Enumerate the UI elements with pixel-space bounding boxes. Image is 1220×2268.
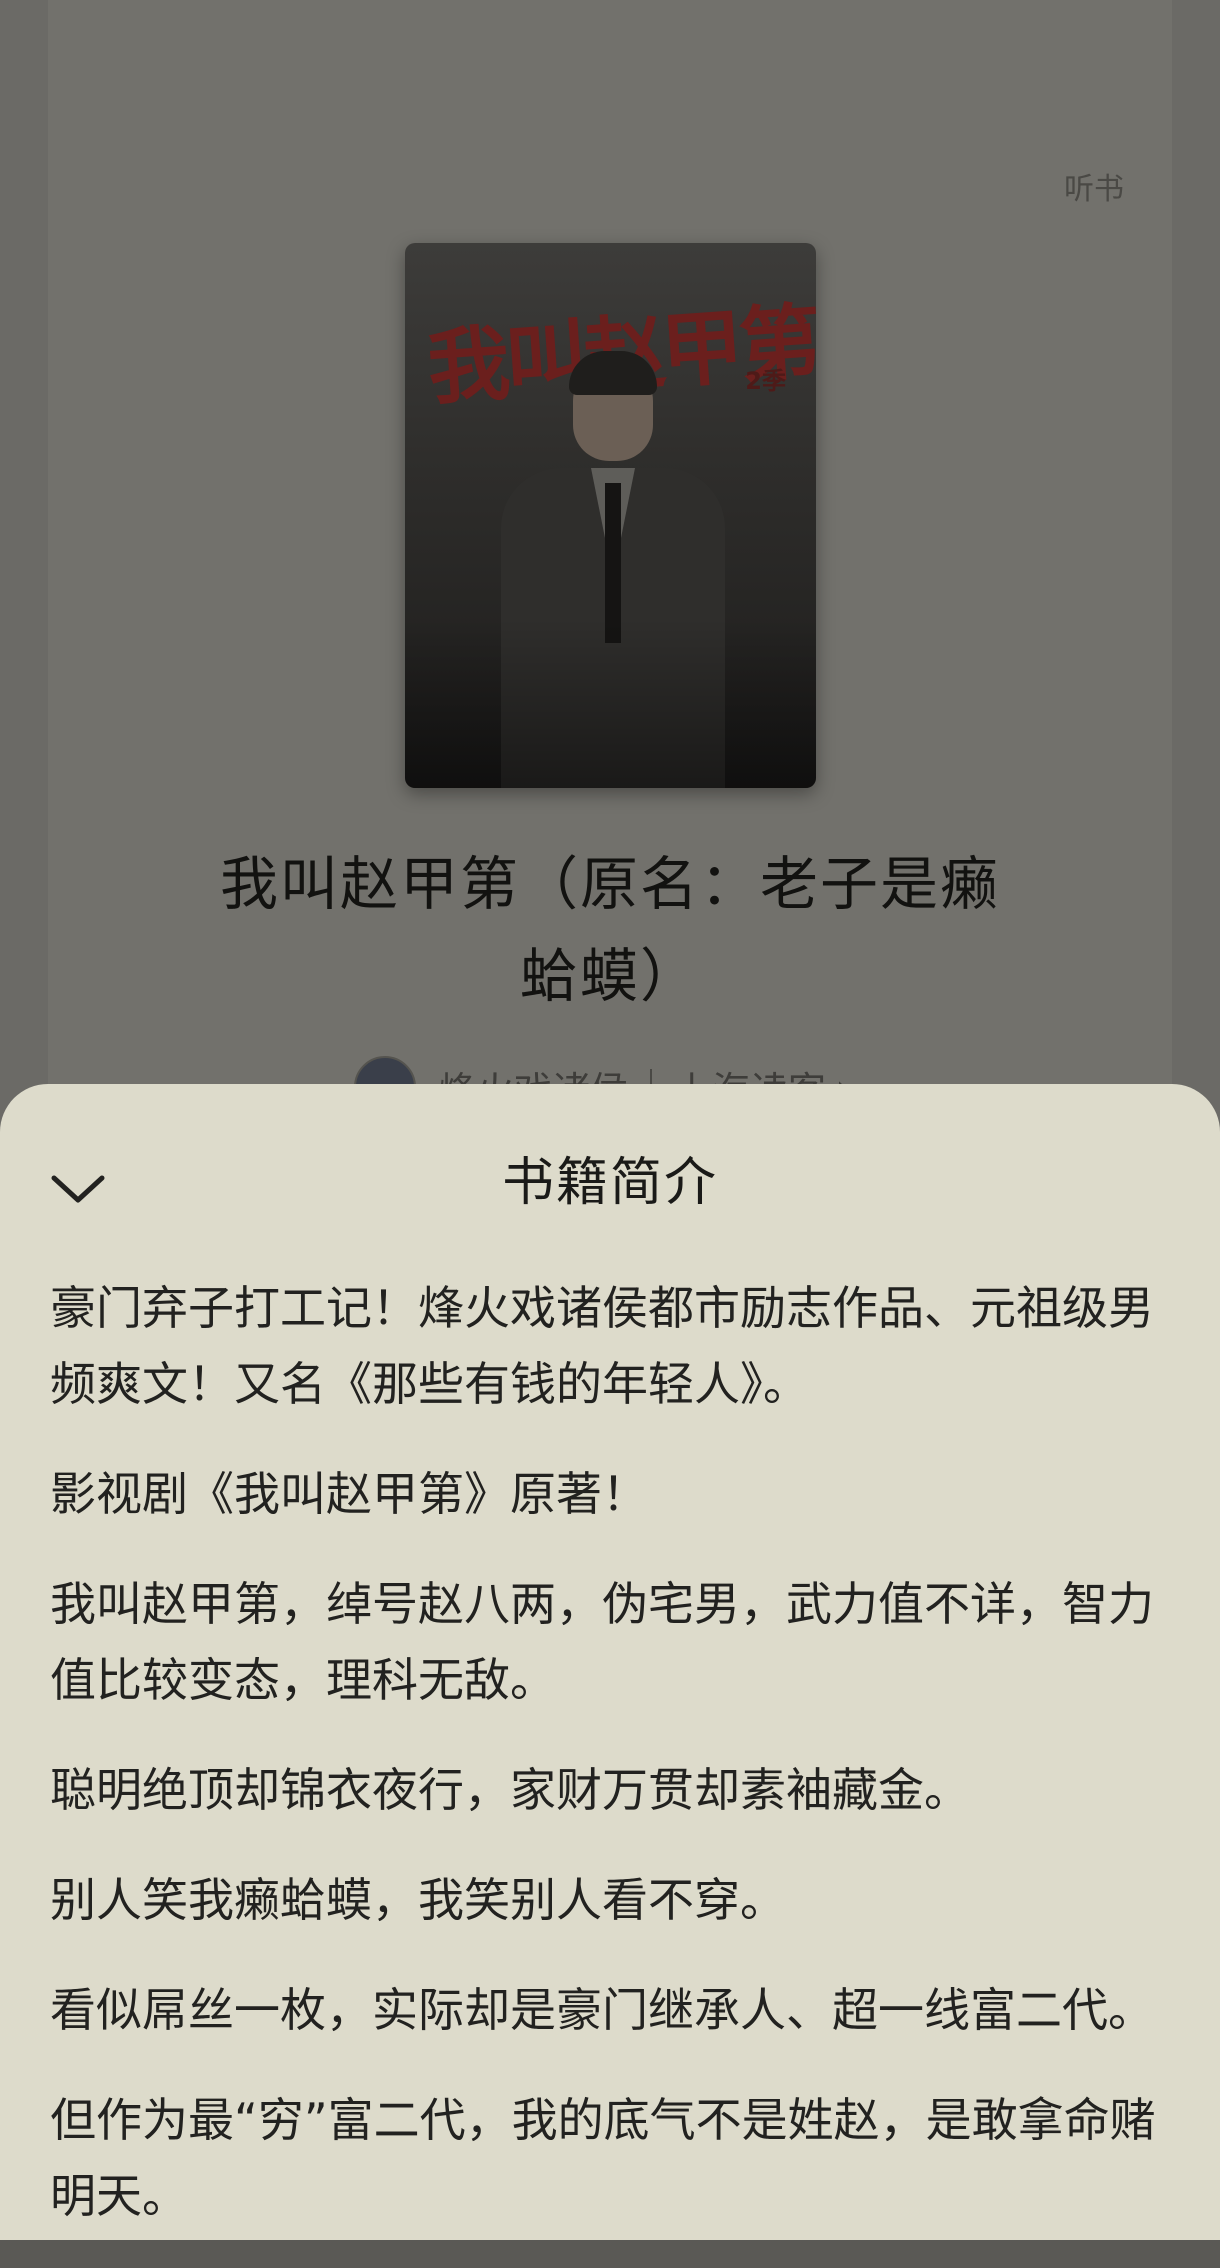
intro-paragraph: 聪明绝顶却锦衣夜行，家财万贯却素袖藏金。 <box>50 1763 970 1817</box>
book-title-line-1: 我叫赵甲第（原名：老子是癞 <box>219 850 1000 918</box>
intro-paragraph: 我叫赵甲第，绰号赵八两，伪宅男，武力值不详，智力值比较变态，理科无敌。 <box>50 1577 1154 1707</box>
intro-paragraph: 但作为最“穷”富二代，我的底气不是姓赵，是敢拿命赌明天。 <box>50 2093 1156 2223</box>
intro-paragraph: 影视剧《我叫赵甲第》原著！ <box>50 1467 648 1521</box>
cover-series-label: 2季 <box>745 367 786 395</box>
book-intro-text: 豪门弃子打工记！烽火戏诸侯都市励志作品、元祖级男频爽文！又名《那些有钱的年轻人》… <box>50 1270 1180 2268</box>
sheet-title: 书籍简介 <box>501 1153 718 1213</box>
cover-crowd <box>405 618 816 788</box>
book-title-line-2: 蛤蟆） <box>519 942 700 1010</box>
book-cover[interactable]: 我叫赵甲第 2季 <box>405 243 816 788</box>
book-title: 我叫赵甲第（原名：老子是癞 蛤蟆） <box>0 838 1220 1022</box>
listen-button[interactable]: 听书 <box>1064 164 1124 208</box>
intro-paragraph: 豪门弃子打工记！烽火戏诸侯都市励志作品、元祖级男频爽文！又名《那些有钱的年轻人》… <box>50 1281 1154 1411</box>
intro-paragraph: 别人笑我癞蛤蟆，我笑别人看不穿。 <box>50 1873 786 1927</box>
intro-paragraph: 看似屌丝一枚，实际却是豪门继承人、超一线富二代。 <box>50 1983 1154 2037</box>
book-intro-sheet: 书籍简介 豪门弃子打工记！烽火戏诸侯都市励志作品、元祖级男频爽文！又名《那些有钱… <box>0 1084 1220 2240</box>
